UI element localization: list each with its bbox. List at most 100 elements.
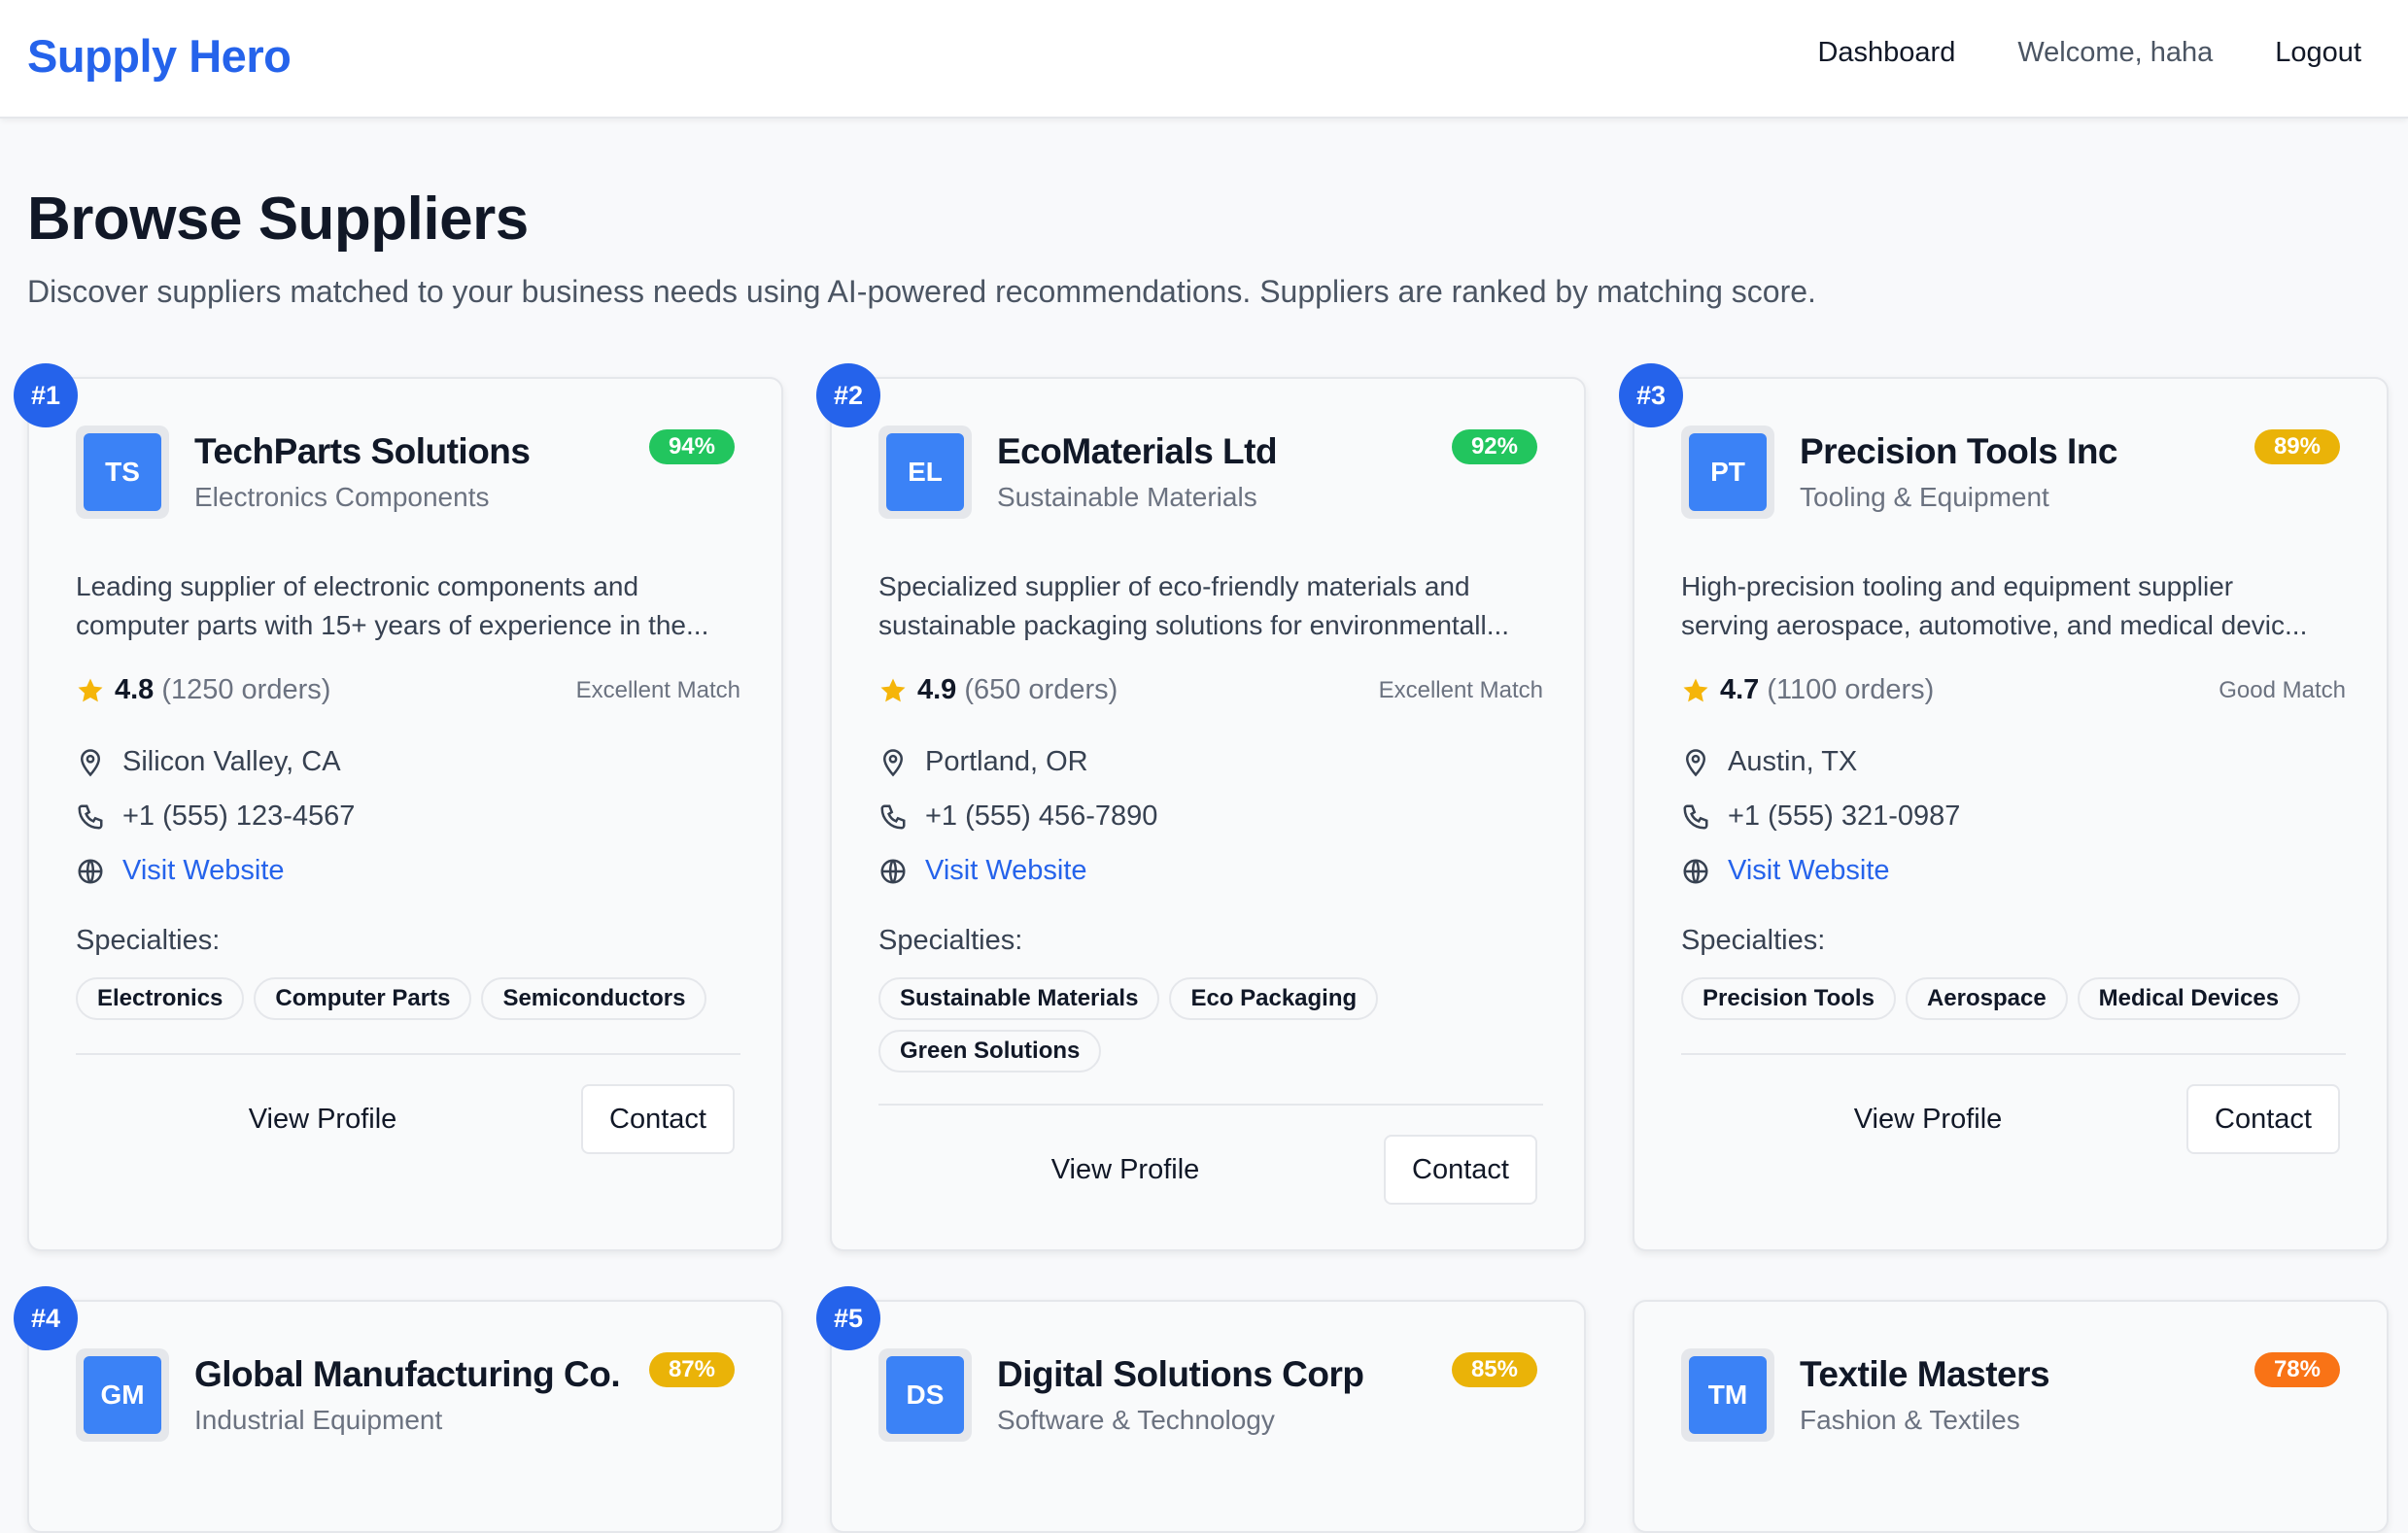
location-text: Silicon Valley, CA xyxy=(122,746,341,777)
supplier-logo: TM xyxy=(1681,1348,1774,1442)
match-score-badge: 78% xyxy=(2253,1352,2340,1387)
rank-badge: #3 xyxy=(1619,363,1683,427)
match-score-badge: 89% xyxy=(2253,429,2340,464)
location-row: Silicon Valley, CA xyxy=(76,746,341,778)
supplier-logo: EL xyxy=(878,426,972,519)
star-icon xyxy=(1683,678,1708,701)
supplier-initials: TS xyxy=(84,433,161,511)
phone-text: +1 (555) 321-0987 xyxy=(1728,801,1961,832)
supplier-card: TM Textile Masters Fashion & Textiles 78… xyxy=(1633,1300,2389,1533)
description-line: Specialized supplier of eco-friendly mat… xyxy=(878,571,1470,601)
globe-icon xyxy=(880,859,906,883)
specialty-chip: Semiconductors xyxy=(481,977,707,1020)
visit-website-link[interactable]: Visit Website xyxy=(122,855,285,887)
view-profile-button[interactable]: View Profile xyxy=(1681,1084,2175,1154)
card-divider xyxy=(878,1104,1543,1106)
description-line: High-precision tooling and equipment sup… xyxy=(1681,571,2234,601)
order-count: (650 orders) xyxy=(964,674,1118,705)
supplier-name[interactable]: EcoMaterials Ltd xyxy=(997,431,1278,472)
supplier-card: #1 TS TechParts Solutions Electronics Co… xyxy=(14,363,783,1251)
specialty-chip: Electronics xyxy=(76,977,245,1020)
website-row: Visit Website xyxy=(76,855,285,887)
supplier-name[interactable]: Precision Tools Inc xyxy=(1800,431,2118,472)
specialty-chip: Aerospace xyxy=(1905,977,2068,1020)
specialty-chip: Green Solutions xyxy=(878,1030,1102,1073)
supplier-card: #5 DS Digital Solutions Corp Software & … xyxy=(816,1286,1586,1533)
supplier-initials: GM xyxy=(84,1356,161,1434)
phone-row: +1 (555) 321-0987 xyxy=(1681,801,1960,833)
supplier-description: High-precision tooling and equipment sup… xyxy=(1681,567,2352,645)
supplier-name[interactable]: Digital Solutions Corp xyxy=(997,1354,1364,1395)
location-text: Austin, TX xyxy=(1728,746,1858,777)
phone-icon xyxy=(1683,804,1708,830)
view-profile-button[interactable]: View Profile xyxy=(76,1084,569,1154)
rank-badge: #5 xyxy=(816,1286,880,1350)
supplier-description: Specialized supplier of eco-friendly mat… xyxy=(878,567,1549,645)
supplier-description: Leading supplier of electronic component… xyxy=(76,567,746,645)
specialty-chip: Sustainable Materials xyxy=(878,977,1160,1020)
supplier-grid: #1 TS TechParts Solutions Electronics Co… xyxy=(0,0,2408,1533)
card-divider xyxy=(1681,1053,2346,1055)
rating-row: 4.9 (650 orders) Excellent Match xyxy=(878,674,1543,706)
supplier-category: Software & Technology xyxy=(997,1405,1275,1435)
description-line: serving aerospace, automotive, and medic… xyxy=(1681,610,2308,640)
star-icon xyxy=(78,678,103,701)
phone-text: +1 (555) 123-4567 xyxy=(122,801,356,832)
view-profile-button[interactable]: View Profile xyxy=(878,1135,1372,1205)
specialty-chip: Eco Packaging xyxy=(1169,977,1379,1020)
rating-value: 4.9 xyxy=(917,674,957,705)
phone-icon xyxy=(78,804,103,830)
star-icon xyxy=(880,678,906,701)
supplier-name[interactable]: Textile Masters xyxy=(1800,1354,2050,1395)
specialty-chip: Medical Devices xyxy=(2077,977,2301,1020)
website-row: Visit Website xyxy=(878,855,1087,887)
map-pin-icon xyxy=(80,748,101,776)
match-score-badge: 87% xyxy=(648,1352,735,1387)
supplier-logo: PT xyxy=(1681,426,1774,519)
match-label: Excellent Match xyxy=(1378,676,1543,703)
supplier-initials: TM xyxy=(1689,1356,1767,1434)
specialties-label: Specialties: xyxy=(878,925,1023,956)
supplier-name[interactable]: TechParts Solutions xyxy=(194,431,531,472)
supplier-logo: DS xyxy=(878,1348,972,1442)
supplier-category: Electronics Components xyxy=(194,482,490,512)
match-score-badge: 94% xyxy=(648,429,735,464)
card-divider xyxy=(76,1053,740,1055)
rating-value: 4.8 xyxy=(115,674,155,705)
website-row: Visit Website xyxy=(1681,855,1890,887)
rank-badge: #2 xyxy=(816,363,880,427)
supplier-category: Sustainable Materials xyxy=(997,482,1257,512)
supplier-name[interactable]: Global Manufacturing Co. xyxy=(194,1354,621,1395)
contact-button[interactable]: Contact xyxy=(1384,1135,1537,1205)
phone-icon xyxy=(880,804,906,830)
match-score-badge: 92% xyxy=(1451,429,1537,464)
specialties-list: Electronics Computer Parts Semiconductor… xyxy=(76,977,746,1020)
supplier-initials: EL xyxy=(886,433,964,511)
supplier-category: Industrial Equipment xyxy=(194,1405,443,1435)
description-line: sustainable packaging solutions for envi… xyxy=(878,610,1510,640)
contact-button[interactable]: Contact xyxy=(2186,1084,2340,1154)
specialty-chip: Precision Tools xyxy=(1681,977,1896,1020)
specialty-chip: Computer Parts xyxy=(254,977,472,1020)
description-line: computer parts with 15+ years of experie… xyxy=(76,610,709,640)
supplier-logo: GM xyxy=(76,1348,169,1442)
phone-text: +1 (555) 456-7890 xyxy=(925,801,1158,832)
specialties-list: Precision Tools Aerospace Medical Device… xyxy=(1681,977,2352,1020)
supplier-card: #3 PT Precision Tools Inc Tooling & Equi… xyxy=(1619,363,2389,1251)
supplier-card: #4 GM Global Manufacturing Co. Industria… xyxy=(14,1286,783,1533)
contact-button[interactable]: Contact xyxy=(581,1084,735,1154)
specialties-list: Sustainable Materials Eco Packaging Gree… xyxy=(878,977,1384,1073)
match-score-badge: 85% xyxy=(1451,1352,1537,1387)
rank-badge: #4 xyxy=(14,1286,78,1350)
location-row: Portland, OR xyxy=(878,746,1088,778)
rank-badge: #1 xyxy=(14,363,78,427)
visit-website-link[interactable]: Visit Website xyxy=(1728,855,1890,887)
supplier-card: #2 EL EcoMaterials Ltd Sustainable Mater… xyxy=(816,363,1586,1251)
visit-website-link[interactable]: Visit Website xyxy=(925,855,1087,887)
rating-row: 4.8 (1250 orders) Excellent Match xyxy=(76,674,740,706)
rating-row: 4.7 (1100 orders) Good Match xyxy=(1681,674,2346,706)
supplier-category: Fashion & Textiles xyxy=(1800,1405,2020,1435)
location-text: Portland, OR xyxy=(925,746,1088,777)
description-line: Leading supplier of electronic component… xyxy=(76,571,639,601)
specialties-label: Specialties: xyxy=(76,925,221,956)
